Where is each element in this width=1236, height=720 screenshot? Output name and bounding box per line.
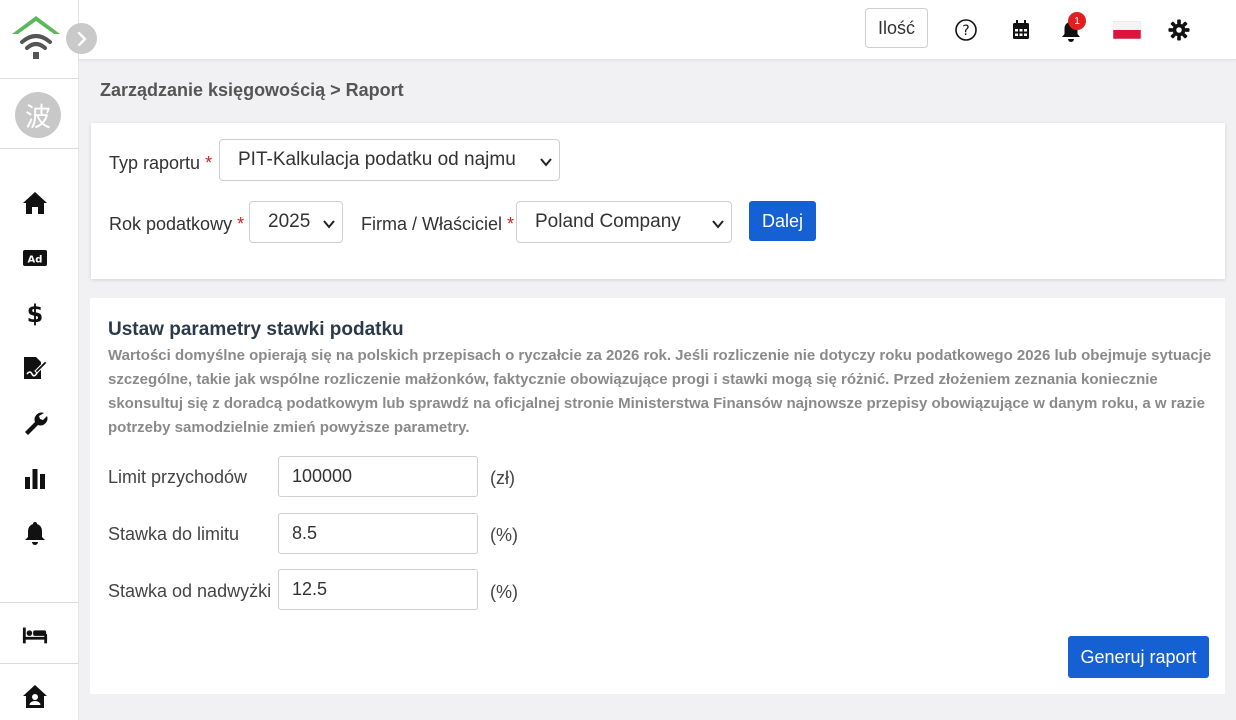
wrench-icon[interactable] <box>22 410 48 436</box>
bed-icon[interactable] <box>22 622 48 648</box>
topbar: Ilość ? 1 <box>79 0 1236 60</box>
logo-icon[interactable] <box>10 14 62 62</box>
chevron-down-icon <box>711 215 725 237</box>
revenue-limit-unit: (zł) <box>490 468 515 488</box>
chevron-down-icon <box>322 215 336 237</box>
quantity-button[interactable]: Ilość <box>865 8 928 48</box>
avatar[interactable]: 波 <box>15 92 61 138</box>
house-user-icon[interactable] <box>22 684 48 710</box>
dollar-icon[interactable]: $ <box>22 300 48 326</box>
ad-icon[interactable]: Ad <box>22 245 48 271</box>
company-label: Firma / Właściciel * <box>361 214 515 234</box>
settings-gear-icon[interactable] <box>1166 17 1192 43</box>
svg-text:Ad: Ad <box>28 255 43 266</box>
bar-chart-icon[interactable] <box>22 465 48 491</box>
breadcrumb: Zarządzanie księgowością > Raport <box>100 80 404 100</box>
sidebar-divider <box>0 602 79 603</box>
report-filter-card: Typ raportu * PIT-Kalkulacja podatku od … <box>91 123 1225 279</box>
svg-text:?: ? <box>962 23 969 39</box>
sidebar-divider <box>0 148 79 149</box>
poland-flag-icon[interactable] <box>1112 17 1142 43</box>
rate-over-limit-input[interactable]: 12.5 <box>278 569 478 610</box>
help-icon[interactable]: ? <box>953 17 979 43</box>
home-icon[interactable] <box>22 190 48 216</box>
bell-icon[interactable] <box>22 520 48 546</box>
report-type-label: Typ raportu * <box>109 153 213 173</box>
sidebar: 波 Ad $ <box>0 0 79 720</box>
rate-under-limit-input[interactable]: 8.5 <box>278 513 478 554</box>
calendar-icon[interactable] <box>1008 17 1034 43</box>
rate-over-limit-label: Stawka od nadwyżki <box>108 581 272 601</box>
tax-year-label: Rok podatkowy * <box>109 214 245 234</box>
rate-under-limit-label: Stawka do limitu <box>108 524 240 544</box>
sidebar-divider <box>0 78 79 79</box>
revenue-limit-input[interactable]: 100000 <box>278 456 478 497</box>
tax-year-select[interactable]: 2025 <box>249 201 343 243</box>
svg-text:$: $ <box>27 300 44 326</box>
tax-params-card: Ustaw parametry stawki podatku Wartości … <box>90 298 1225 694</box>
section-title: Ustaw parametry stawki podatku <box>108 319 404 340</box>
revenue-limit-label: Limit przychodów <box>108 467 248 487</box>
report-type-select[interactable]: PIT-Kalkulacja podatku od najmu <box>219 139 560 181</box>
expand-sidebar-button[interactable] <box>66 23 97 54</box>
generate-report-button[interactable]: Generuj raport <box>1068 636 1209 678</box>
rate-over-limit-unit: (%) <box>490 582 518 602</box>
file-signature-icon[interactable] <box>22 355 48 381</box>
notification-badge: 1 <box>1068 12 1086 30</box>
chevron-down-icon <box>539 153 553 175</box>
company-select[interactable]: Poland Company <box>516 201 732 243</box>
section-description: Wartości domyślne opierają się na polski… <box>108 347 1212 436</box>
next-button[interactable]: Dalej <box>749 201 816 241</box>
sidebar-divider <box>0 663 79 664</box>
rate-under-limit-unit: (%) <box>490 525 518 545</box>
